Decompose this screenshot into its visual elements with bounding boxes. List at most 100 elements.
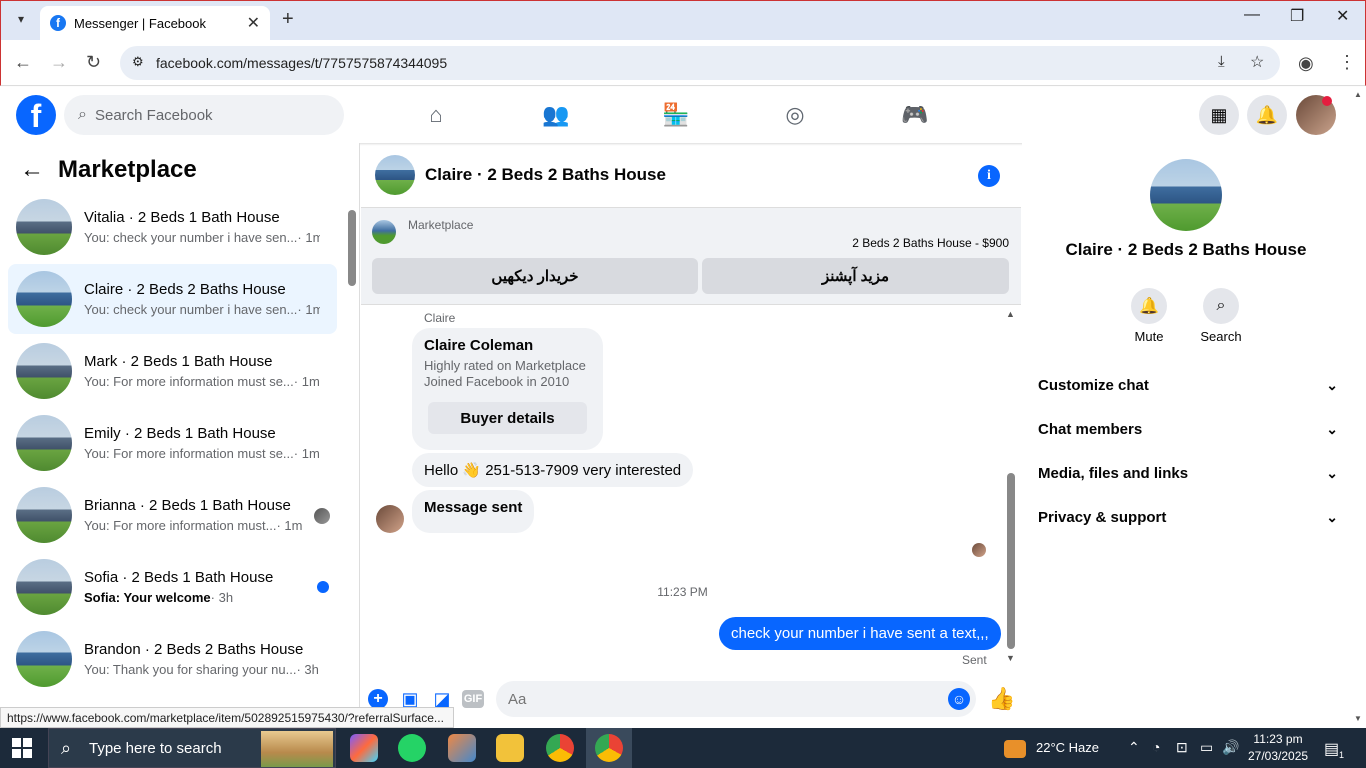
conversation-preview: You: For more information must... [84, 518, 277, 533]
media-files-links-row[interactable]: Media, files and links ⌄ [1038, 465, 1338, 482]
customize-chat-row[interactable]: Customize chat ⌄ [1038, 377, 1338, 394]
conversation-item[interactable]: Brandon · 2 Beds 2 Baths House You: Than… [8, 624, 337, 694]
system-clock[interactable]: 11:23 pm 27/03/2025 [1248, 731, 1308, 765]
scroll-up-icon[interactable]: ▲ [1006, 309, 1015, 319]
tab-title: Messenger | Facebook [74, 15, 206, 31]
profile-avatar[interactable] [1150, 159, 1222, 231]
chat-title[interactable]: Claire · 2 Beds 2 Baths House [425, 165, 666, 185]
message-input[interactable] [496, 681, 976, 717]
profile-name: Claire · 2 Beds 2 Baths House [1065, 240, 1307, 259]
conversation-name: Brandon · 2 Beds 2 Baths House [84, 641, 304, 658]
restore-icon[interactable]: ❐ [1290, 6, 1304, 26]
friends-icon[interactable]: 👥 [541, 100, 571, 130]
conversation-item[interactable]: Vitalia · 2 Beds 1 Bath House You: check… [8, 192, 337, 262]
info-icon[interactable]: i [978, 165, 1000, 187]
windows-start-icon[interactable] [12, 738, 34, 760]
page-scroll-up-icon[interactable]: ▲ [1354, 90, 1362, 99]
conversation-preview: You: For more information must se... [84, 446, 294, 461]
listing-thumbnail[interactable] [372, 220, 396, 244]
conversation-item-selected[interactable]: Claire · 2 Beds 2 Baths House You: check… [8, 264, 337, 334]
reload-icon[interactable]: ↻ [86, 52, 101, 73]
privacy-support-row[interactable]: Privacy & support ⌄ [1038, 509, 1338, 526]
taskbar-search[interactable]: ⌕ Type here to search [48, 728, 336, 768]
back-arrow-icon[interactable]: ← [20, 156, 44, 184]
conversation-time: · 1m [276, 518, 303, 533]
weather-icon [1004, 740, 1026, 758]
search-highlight-icon [261, 731, 333, 767]
page-scroll-down-icon[interactable]: ▼ [1354, 714, 1362, 723]
conversation-item[interactable]: Sofia · 2 Beds 1 Bath House Sofia: Your … [8, 552, 337, 622]
marketplace-icon[interactable]: 🏪 [661, 100, 691, 130]
file-explorer-icon[interactable] [496, 734, 524, 762]
conversation-name: Vitalia · 2 Beds 1 Bath House [84, 209, 280, 226]
buyer-details-button[interactable]: Buyer details [428, 402, 587, 434]
chat-avatar[interactable] [375, 155, 415, 195]
chat-scrollbar[interactable] [1007, 473, 1015, 649]
outgoing-message[interactable]: check your number i have sent a text,,, [719, 617, 1001, 650]
conversation-thumbnail [16, 559, 72, 615]
forward-icon[interactable]: → [50, 52, 68, 73]
new-tab-icon[interactable]: + [282, 8, 294, 31]
close-window-icon[interactable]: ✕ [1336, 6, 1349, 26]
volume-icon[interactable]: 🔊 [1222, 739, 1239, 756]
conversation-preview: Sofia: Your welcome [84, 590, 211, 605]
chrome-profile-icon[interactable] [595, 734, 623, 762]
sender-avatar[interactable] [376, 505, 404, 533]
network-icon[interactable]: ⊡ [1176, 739, 1188, 756]
profile-icon[interactable]: ◉ [1298, 53, 1314, 74]
battery-icon[interactable]: ▭ [1200, 739, 1213, 756]
thumbs-up-icon[interactable]: 👍 [988, 686, 1015, 712]
scroll-down-icon[interactable]: ▼ [1006, 653, 1015, 663]
search-icon[interactable]: ⌕ [1203, 288, 1239, 324]
search-icon: ⌕ [78, 106, 87, 123]
conversation-item[interactable]: Mark · 2 Beds 1 Bath House You: For more… [8, 336, 337, 406]
back-icon[interactable]: ← [14, 52, 32, 73]
sidebar-scrollbar[interactable] [348, 210, 356, 286]
conversation-item[interactable]: Emily · 2 Beds 1 Bath House You: For mor… [8, 408, 337, 478]
bookmark-star-icon[interactable]: ☆ [1250, 52, 1264, 72]
menu-grid-icon[interactable]: ▦ [1199, 95, 1239, 135]
status-url: https://www.facebook.com/marketplace/ite… [0, 707, 454, 728]
facebook-logo-icon[interactable]: f [16, 95, 56, 135]
install-app-icon[interactable]: ⤓ [1218, 53, 1225, 70]
more-options-button[interactable]: مزید آپشنز [702, 258, 1009, 294]
mute-bell-icon[interactable]: 🔔 [1131, 288, 1167, 324]
paint-icon[interactable] [448, 734, 476, 762]
chrome-icon[interactable] [546, 734, 574, 762]
conversation-thumbnail [16, 199, 72, 255]
whatsapp-icon[interactable] [398, 734, 426, 762]
see-buyer-button[interactable]: خریدار دیکھیں [372, 258, 698, 294]
home-icon[interactable]: ⌂ [421, 100, 451, 130]
incoming-message[interactable]: Hello 👋 251-513-7909 very interested [412, 453, 694, 487]
weather-text[interactable]: 22°C Haze [1036, 740, 1099, 755]
browser-tab[interactable]: f Messenger | Facebook ✕ [40, 6, 270, 40]
chevron-down-icon: ⌄ [1326, 421, 1338, 437]
copilot-icon[interactable] [350, 734, 378, 762]
clock-time: 11:23 pm [1253, 732, 1303, 746]
browser-menu-icon[interactable]: ⋮ [1338, 52, 1356, 73]
url-field[interactable]: ⚙ facebook.com/messages/t/77575758743440… [120, 46, 1280, 80]
message-timestamp: 11:23 PM [657, 585, 708, 599]
show-hidden-icons-icon[interactable]: ⌃ [1128, 739, 1140, 756]
chat-members-row[interactable]: Chat members ⌄ [1038, 421, 1338, 438]
conversation-time: · 1m [297, 230, 320, 245]
conversation-thumbnail [16, 343, 72, 399]
gif-icon[interactable]: GIF [462, 690, 484, 708]
buyer-name: Claire Coleman [424, 337, 534, 354]
minimize-icon[interactable]: — [1244, 6, 1260, 24]
notification-center-icon[interactable]: ▤ [1324, 739, 1339, 759]
groups-icon[interactable]: ◎ [780, 100, 810, 130]
conversation-item[interactable]: Brianna · 2 Beds 1 Bath House You: For m… [8, 480, 337, 550]
emoji-icon[interactable]: ☺ [948, 688, 970, 710]
incoming-message[interactable]: Message sent [412, 490, 535, 533]
facebook-favicon-icon: f [50, 15, 66, 31]
seen-indicator-avatar [972, 543, 986, 557]
facebook-search[interactable]: ⌕ Search Facebook [64, 95, 344, 135]
row-label: Chat members [1038, 421, 1143, 438]
close-tab-icon[interactable]: ✕ [247, 13, 260, 33]
gaming-icon[interactable]: 🎮 [900, 100, 930, 130]
site-info-icon[interactable]: ⚙ [132, 54, 144, 70]
notifications-bell-icon[interactable]: 🔔 [1247, 95, 1287, 135]
wifi-icon[interactable]: ◔ [1152, 739, 1160, 755]
tab-search-icon[interactable]: ▾ [10, 8, 32, 30]
